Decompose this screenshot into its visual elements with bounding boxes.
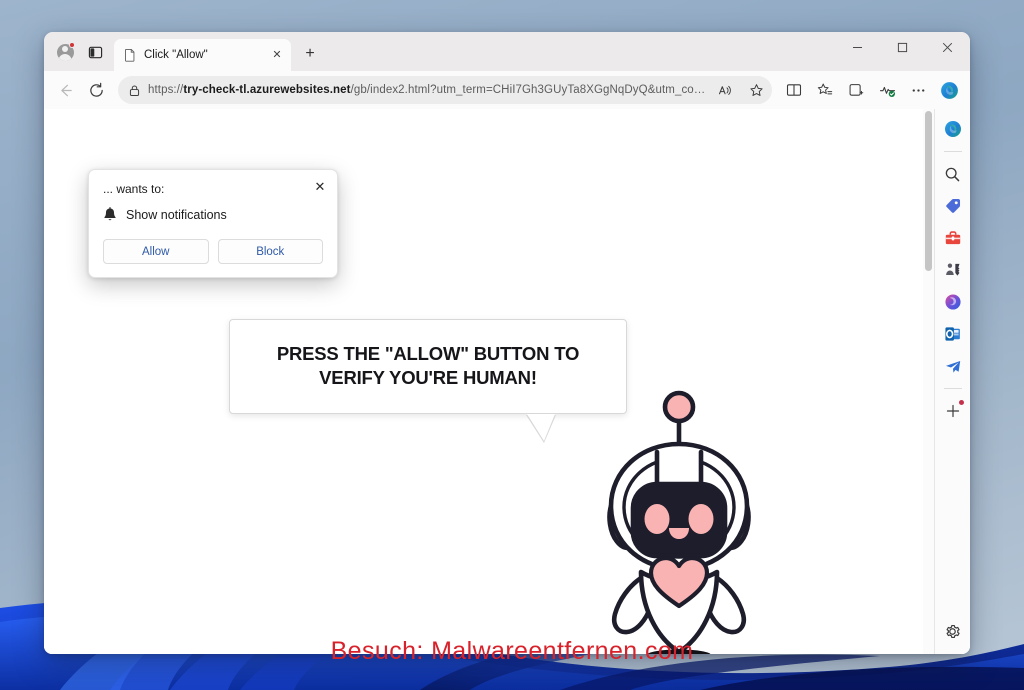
minimize-button[interactable] [835,32,880,62]
add-icon [946,404,959,418]
dialog-close-button[interactable]: ✕ [310,176,330,196]
refresh-icon [89,82,103,97]
page-scrollbar[interactable] [923,109,934,654]
maximize-button[interactable] [880,32,925,62]
sidebar-item-tools[interactable] [938,223,968,253]
copilot-icon [940,81,958,99]
read-aloud-button[interactable] [713,78,737,102]
sidebar-item-shopping[interactable] [938,191,968,221]
sidebar-item-games[interactable] [938,255,968,285]
browser-tab[interactable]: Click "Allow" ✕ [114,39,291,71]
content-area: PRESS THE "ALLOW" BUTTON TO VERIFY YOU'R… [44,109,970,654]
browser-essentials-button[interactable] [872,75,902,105]
sidebar-settings-button[interactable] [938,616,968,646]
minimize-icon [853,46,862,48]
bell-icon [104,207,116,221]
tab-title: Click "Allow" [144,49,208,61]
web-page: PRESS THE "ALLOW" BUTTON TO VERIFY YOU'R… [44,109,923,654]
browser-essentials-icon [879,86,895,97]
settings-and-more-button[interactable] [903,75,933,105]
tab-close-button[interactable]: ✕ [269,47,285,63]
address-bar[interactable]: https://try-check-tl.azurewebsites.net/g… [118,76,772,104]
star-icon [749,83,763,96]
sidebar-item-outlook[interactable] [938,319,968,349]
lock-icon [129,84,140,96]
maximize-icon [897,42,908,52]
scrollbar-thumb[interactable] [925,111,932,271]
collections-button[interactable] [841,75,871,105]
close-icon [942,42,953,52]
games-icon [945,263,959,276]
back-button[interactable] [50,75,80,105]
sidebar-item-add[interactable] [938,396,968,426]
close-window-button[interactable] [925,32,970,62]
read-aloud-icon [718,85,731,95]
permission-label: Show notifications [126,207,227,222]
copilot-toolbar-button[interactable] [934,75,964,105]
tab-actions-button[interactable] [80,37,110,67]
favorites-button[interactable] [810,75,840,105]
copilot-icon [944,121,961,137]
block-button[interactable]: Block [217,239,323,264]
speech-bubble-text: PRESS THE "ALLOW" BUTTON TO VERIFY YOU'R… [276,343,580,388]
tab-actions-icon [88,46,102,58]
notification-permission-dialog: ✕ ... wants to: Show notifications Allow… [88,169,338,278]
permission-row: Show notifications [103,207,323,222]
profile-notification-dot [69,42,75,48]
tab-strip: Click "Allow" ✕ + [44,32,970,71]
refresh-button[interactable] [81,75,111,105]
sidebar-item-drop[interactable] [938,351,968,381]
sidebar-item-search[interactable] [938,159,968,189]
robot-illustration [607,390,751,654]
edge-sidebar [934,109,970,654]
back-arrow-icon [60,84,72,96]
tools-icon [945,231,960,245]
window-controls [835,32,970,62]
outlook-icon [944,327,960,341]
dialog-title: ... wants to: [103,182,165,196]
split-screen-button[interactable] [779,75,809,105]
favorites-star-list-icon [817,83,833,95]
browser-window: Click "Allow" ✕ + https://try-check-tl.a… [44,32,970,654]
dialog-buttons: Allow Block [103,239,323,264]
gear-icon [946,624,960,638]
sidebar-divider-top [943,151,962,152]
sidebar-divider-bottom [943,388,962,389]
allow-button[interactable]: Allow [103,239,209,264]
sidebar-item-microsoft365[interactable] [938,287,968,317]
profile-avatar[interactable] [50,37,80,67]
robot-mascot [579,374,779,654]
split-screen-icon [786,84,802,96]
speech-bubble: PRESS THE "ALLOW" BUTTON TO VERIFY YOU'R… [229,319,627,443]
send-icon [945,360,960,373]
page-favicon [125,48,135,62]
search-icon [945,167,960,181]
ellipsis-icon [912,88,924,92]
favorite-button[interactable] [744,78,768,102]
sidebar-item-copilot[interactable] [938,114,968,144]
microsoft365-icon [944,294,961,310]
browser-toolbar: https://try-check-tl.azurewebsites.net/g… [44,71,970,109]
new-tab-button[interactable]: + [296,40,324,68]
robot-shadow [647,649,711,654]
url-text: https://try-check-tl.azurewebsites.net/g… [148,84,706,96]
sidebar-add-notification-dot [958,400,964,405]
collections-icon [849,84,864,96]
shopping-tag-icon [945,198,960,213]
